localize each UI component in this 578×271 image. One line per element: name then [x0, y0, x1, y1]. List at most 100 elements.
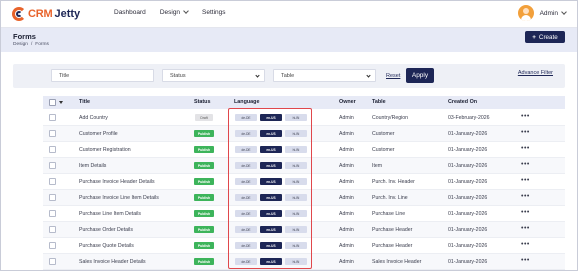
row-created-on: 01-January-2026 — [448, 147, 488, 153]
user-menu[interactable]: Admin — [517, 5, 567, 21]
row-checkbox[interactable] — [49, 258, 56, 265]
reset-link[interactable]: Reset — [386, 73, 400, 79]
more-actions-icon[interactable]: ••• — [521, 177, 530, 184]
status-badge: Publish — [194, 242, 214, 249]
more-actions-icon[interactable]: ••• — [521, 241, 530, 248]
status-badge: Publish — [194, 258, 214, 265]
row-table: Country/Region — [372, 115, 409, 121]
more-actions-icon[interactable]: ••• — [521, 145, 530, 152]
row-owner: Admin — [339, 163, 354, 169]
table-filter-label: Table — [281, 72, 295, 79]
row-table: Customer — [372, 147, 395, 153]
breadcrumb-separator: / — [30, 42, 33, 47]
row-title[interactable]: Purchase Quote Details — [79, 243, 134, 249]
row-checkbox[interactable] — [49, 226, 56, 233]
chevron-down-icon — [183, 8, 189, 14]
row-checkbox[interactable] — [49, 210, 56, 217]
create-button-label: Create — [538, 33, 558, 41]
row-created-on: 01-January-2026 — [448, 195, 488, 201]
row-table: Purchase Header — [372, 227, 413, 233]
row-created-on: 01-January-2026 — [448, 211, 488, 217]
more-actions-icon[interactable]: ••• — [521, 129, 530, 136]
column-header-language[interactable]: Language — [234, 99, 259, 105]
caret-down-icon[interactable] — [59, 101, 63, 104]
row-checkbox[interactable] — [49, 242, 56, 249]
row-owner: Admin — [339, 211, 354, 217]
row-owner: Admin — [339, 243, 354, 249]
apply-button-label: Apply — [411, 72, 429, 79]
more-actions-icon[interactable]: ••• — [521, 193, 530, 200]
row-table: Purchase Header — [372, 243, 413, 249]
row-checkbox[interactable] — [49, 114, 56, 121]
row-table: Purchase Line — [372, 211, 406, 217]
row-checkbox[interactable] — [49, 194, 56, 201]
more-actions-icon[interactable]: ••• — [521, 209, 530, 216]
select-all-checkbox[interactable] — [49, 99, 56, 106]
status-filter-select[interactable]: Status — [162, 69, 265, 82]
nav-settings[interactable]: Settings — [202, 9, 226, 16]
nav-dashboard-label: Dashboard — [114, 9, 146, 16]
row-table: Sales Invoice Header — [372, 259, 422, 265]
row-created-on: 01-January-2026 — [448, 179, 488, 185]
nav-design[interactable]: Design — [159, 8, 189, 16]
row-table: Customer — [372, 131, 395, 137]
row-checkbox[interactable] — [49, 146, 56, 153]
row-owner: Admin — [339, 195, 354, 201]
nav-design-label: Design — [159, 9, 181, 16]
title-filter-input[interactable]: Title — [51, 69, 154, 82]
title-filter-placeholder: Title — [59, 72, 70, 79]
status-badge: Draft — [195, 114, 213, 121]
nav-dashboard[interactable]: Dashboard — [114, 9, 146, 16]
status-badge: Publish — [194, 210, 214, 217]
row-title[interactable]: Purchase Order Details — [79, 227, 133, 233]
crmjetty-logo[interactable]: CRM Jetty — [12, 6, 80, 22]
row-owner: Admin — [339, 115, 354, 121]
row-title[interactable]: Purchase Line Item Details — [79, 211, 141, 217]
apply-button[interactable]: Apply — [406, 68, 434, 83]
status-badge: Publish — [194, 194, 214, 201]
column-header-table[interactable]: Table — [372, 99, 386, 105]
create-button[interactable]: + Create — [525, 31, 565, 43]
row-created-on: 01-January-2026 — [448, 227, 488, 233]
language-column-highlight — [228, 108, 312, 269]
row-title[interactable]: Purchase Invoice Header Details — [79, 179, 155, 185]
row-table: Purch. Inv. Header — [372, 179, 415, 185]
row-title[interactable]: Customer Profile — [79, 131, 118, 137]
row-title[interactable]: Purchase Invoice Line Item Details — [79, 195, 159, 201]
row-title[interactable]: Sales Invoice Header Details — [79, 259, 146, 265]
column-header-created-on[interactable]: Created On — [448, 99, 477, 105]
row-owner: Admin — [339, 131, 354, 137]
more-actions-icon[interactable]: ••• — [521, 225, 530, 232]
nav-settings-label: Settings — [202, 9, 226, 16]
more-actions-icon[interactable]: ••• — [521, 161, 530, 168]
row-title[interactable]: Customer Registration — [79, 147, 131, 153]
row-checkbox[interactable] — [49, 178, 56, 185]
breadcrumb-design[interactable]: Design — [13, 42, 28, 47]
row-owner: Admin — [339, 147, 354, 153]
filter-bar: Title Status Table Reset Apply Advance F… — [13, 64, 565, 88]
column-header-owner[interactable]: Owner — [339, 99, 356, 105]
column-header-title[interactable]: Title — [79, 99, 90, 105]
row-created-on: 01-January-2026 — [448, 243, 488, 249]
row-title[interactable]: Item Details — [79, 163, 106, 169]
status-filter-label: Status — [170, 72, 186, 79]
column-header-status[interactable]: Status — [194, 99, 210, 105]
logo-text-crm: CRM — [28, 8, 53, 20]
main-nav: Dashboard Design Settings — [114, 8, 240, 16]
table-filter-select[interactable]: Table — [273, 69, 376, 82]
row-title[interactable]: Add Country — [79, 115, 108, 121]
status-badge: Publish — [194, 162, 214, 169]
more-actions-icon[interactable]: ••• — [521, 113, 530, 120]
top-navbar: CRM Jetty Dashboard Design Settings Admi… — [0, 0, 578, 28]
row-checkbox[interactable] — [49, 130, 56, 137]
row-checkbox[interactable] — [49, 162, 56, 169]
page-header: Forms Design / Forms + Create — [0, 28, 578, 52]
chevron-down-icon — [366, 73, 371, 78]
more-actions-icon[interactable]: ••• — [521, 257, 530, 264]
page-title: Forms — [13, 32, 36, 41]
advance-filter-link[interactable]: Advance Filter — [518, 70, 553, 76]
breadcrumb: Design / Forms — [13, 42, 49, 47]
row-created-on: 03-February-2026 — [448, 115, 490, 121]
row-owner: Admin — [339, 259, 354, 265]
chevron-down-icon — [561, 8, 567, 15]
